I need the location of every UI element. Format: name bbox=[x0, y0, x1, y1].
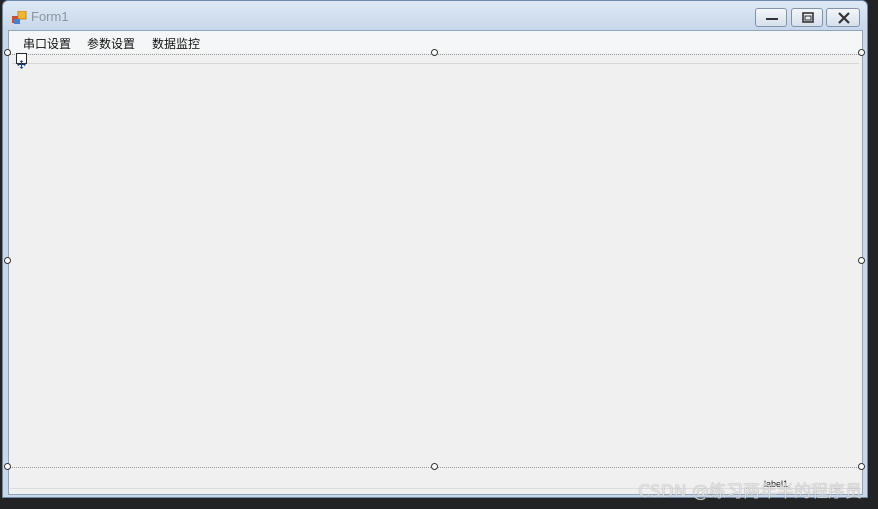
resize-handle-top-right[interactable] bbox=[858, 49, 865, 56]
form1-window: Form1 串口设置 参数设置 数据监控 label1 bbox=[2, 0, 868, 498]
menu-item-data-monitor[interactable]: 数据监控 bbox=[152, 35, 200, 52]
minimize-icon bbox=[766, 18, 778, 20]
menu-item-parameter-settings[interactable]: 参数设置 bbox=[87, 35, 135, 52]
form-client-area: 串口设置 参数设置 数据监控 label1 bbox=[8, 30, 863, 495]
selected-panel[interactable] bbox=[10, 53, 861, 468]
maximize-icon bbox=[802, 12, 814, 23]
resize-handle-middle-left[interactable] bbox=[4, 257, 11, 264]
menu-item-serial-settings[interactable]: 串口设置 bbox=[23, 35, 71, 52]
resize-handle-middle-right[interactable] bbox=[858, 257, 865, 264]
resize-handle-top-left[interactable] bbox=[4, 49, 11, 56]
resize-handle-bottom-center[interactable] bbox=[431, 463, 438, 470]
resize-handle-bottom-right[interactable] bbox=[858, 463, 865, 470]
close-icon bbox=[838, 12, 850, 24]
close-button[interactable] bbox=[826, 8, 860, 27]
title-bar[interactable]: Form1 bbox=[3, 1, 867, 30]
minimize-button[interactable] bbox=[755, 8, 787, 27]
panel-divider bbox=[12, 63, 859, 64]
resize-handle-top-center[interactable] bbox=[431, 49, 438, 56]
windows-forms-app-icon bbox=[12, 10, 28, 24]
csdn-watermark: CSDN @练习两年半的程序员 bbox=[638, 482, 862, 502]
window-title: Form1 bbox=[31, 9, 69, 24]
move-handle-icon[interactable] bbox=[16, 53, 27, 69]
resize-handle-bottom-left[interactable] bbox=[4, 463, 11, 470]
maximize-button[interactable] bbox=[791, 8, 823, 27]
